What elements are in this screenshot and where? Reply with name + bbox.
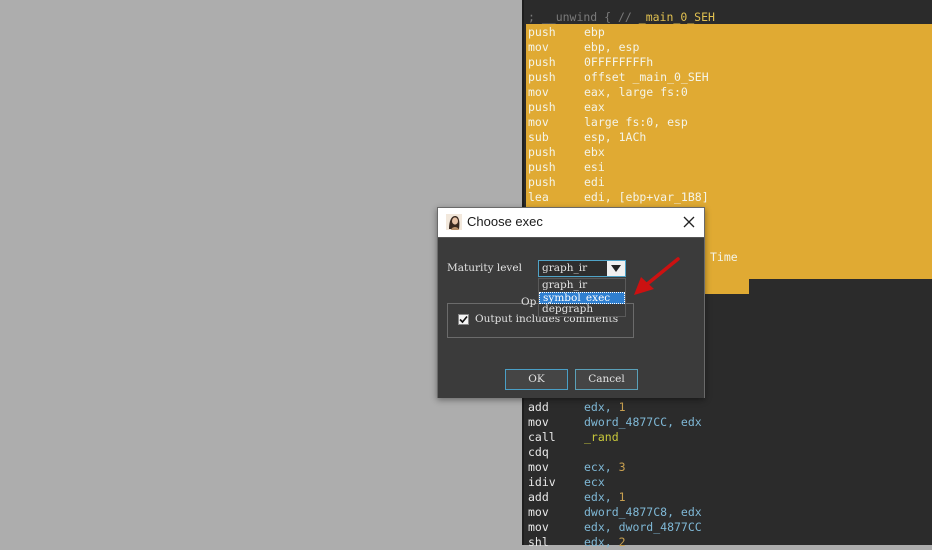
maturity-level-label: Maturity level	[447, 262, 522, 274]
highlighted-asm-line[interactable]: mov ebp, esp	[528, 40, 639, 55]
immediate-value: 3	[618, 460, 626, 474]
choose-exec-dialog: Choose exec Maturity level graph_ir Op g…	[437, 207, 705, 398]
operand: eax	[584, 100, 605, 114]
output-comments-checkbox[interactable]	[458, 314, 469, 325]
cancel-button[interactable]: Cancel	[575, 369, 638, 390]
option-depgraph[interactable]: depgraph	[539, 303, 625, 316]
mnemonic: mov	[528, 505, 549, 519]
asm-line[interactable]: shl edx, 2	[528, 535, 626, 550]
maturity-level-select[interactable]: graph_ir	[538, 260, 626, 277]
unwind-comment: ; __unwind { //	[528, 10, 639, 24]
asm-line[interactable]: mov edx, dword_4877CC	[528, 520, 702, 535]
checkmark-icon	[459, 315, 468, 324]
maturity-level-dropdown-list[interactable]: graph_ir symbol_exec depgraph	[538, 278, 626, 317]
operand: ecx,	[584, 460, 619, 474]
mnemonic: mov	[528, 460, 549, 474]
asm-line[interactable]: cdq	[528, 445, 584, 460]
annotation-arrow-icon	[634, 257, 680, 295]
mnemonic: add	[528, 400, 549, 414]
mnemonic: mov	[528, 85, 549, 99]
chevron-down-icon[interactable]	[607, 261, 625, 276]
mnemonic: push	[528, 70, 556, 84]
highlighted-asm-line[interactable]: push ebp	[528, 25, 605, 40]
immediate-value: 1	[618, 490, 626, 504]
operand: edx, dword_4877CC	[584, 520, 702, 534]
mnemonic: mov	[528, 40, 549, 54]
highlighted-asm-line[interactable]: push ebx	[528, 145, 605, 160]
asm-line[interactable]: add edx, 1	[528, 400, 626, 415]
operand: dword_4877CC, edx	[584, 415, 702, 429]
operand: 0FFFFFFFFh	[584, 55, 654, 69]
operand: ebx	[584, 145, 605, 159]
ok-button[interactable]: OK	[505, 369, 568, 390]
operand: ecx	[584, 475, 605, 489]
option-graph-ir[interactable]: graph_ir	[539, 279, 625, 292]
unwind-comment-line: ; __unwind { // _main_0_SEH	[528, 10, 715, 25]
mnemonic: lea	[528, 190, 549, 204]
highlighted-asm-line[interactable]: mov eax, large fs:0	[528, 85, 688, 100]
highlighted-asm-line[interactable]: lea edi, [ebp+var_1B8]	[528, 190, 709, 205]
mnemonic: sub	[528, 130, 549, 144]
selected-value: graph_ir	[542, 262, 588, 274]
mnemonic: idiv	[528, 475, 556, 489]
function-name: _rand	[584, 430, 619, 444]
operand: edx,	[584, 535, 619, 549]
mnemonic: add	[528, 490, 549, 504]
dialog-title: Choose exec	[467, 214, 543, 229]
dialog-titlebar[interactable]: Choose exec	[438, 208, 704, 237]
operand: eax, large fs:0	[584, 85, 688, 99]
highlighted-asm-line[interactable]: push offset _main_0_SEH	[528, 70, 709, 85]
mnemonic: push	[528, 55, 556, 69]
highlighted-asm-line[interactable]: mov large fs:0, esp	[528, 115, 688, 130]
operand: esi	[584, 160, 605, 174]
highlighted-asm-line[interactable]: push 0FFFFFFFFh	[528, 55, 653, 70]
asm-line[interactable]: mov ecx, 3	[528, 460, 626, 475]
mnemonic: push	[528, 160, 556, 174]
operand: offset _main_0_SEH	[584, 70, 709, 84]
options-group-title: Op	[521, 296, 537, 308]
asm-line[interactable]: mov dword_4877C8, edx	[528, 505, 702, 520]
mnemonic: push	[528, 175, 556, 189]
close-icon	[683, 216, 695, 228]
highlighted-asm-line[interactable]: sub esp, 1ACh	[528, 130, 646, 145]
highlighted-asm-line[interactable]: push esi	[528, 160, 605, 175]
highlighted-asm-line[interactable]: push edi	[528, 175, 605, 190]
operand: edx,	[584, 400, 619, 414]
mnemonic: mov	[528, 115, 549, 129]
operand: edi, [ebp+var_1B8]	[584, 190, 709, 204]
operand: esp, 1ACh	[584, 130, 647, 144]
partial-time-text: Time	[710, 250, 738, 264]
seh-label: _main_0_SEH	[638, 10, 715, 24]
close-button[interactable]	[676, 210, 702, 234]
asm-line[interactable]: mov dword_4877CC, edx	[528, 415, 702, 430]
operand: ebp	[584, 25, 605, 39]
mnemonic: mov	[528, 415, 549, 429]
mnemonic: push	[528, 25, 556, 39]
operand: edx,	[584, 490, 619, 504]
mnemonic: push	[528, 145, 556, 159]
asm-line[interactable]: idiv ecx	[528, 475, 605, 490]
mnemonic: mov	[528, 520, 549, 534]
highlighted-asm-line[interactable]: push eax	[528, 100, 605, 115]
operand: ebp, esp	[584, 40, 640, 54]
mnemonic: push	[528, 100, 556, 114]
mnemonic: cdq	[528, 445, 549, 459]
operand: edi	[584, 175, 605, 189]
immediate-value: 1	[618, 400, 626, 414]
operand: dword_4877C8, edx	[584, 505, 702, 519]
mnemonic: call	[528, 430, 556, 444]
immediate-value: 2	[618, 535, 626, 549]
asm-line[interactable]: add edx, 1	[528, 490, 626, 505]
mnemonic: shl	[528, 535, 549, 549]
operand: large fs:0, esp	[584, 115, 688, 129]
asm-line[interactable]: call _rand	[528, 430, 619, 445]
app-icon	[446, 214, 462, 230]
